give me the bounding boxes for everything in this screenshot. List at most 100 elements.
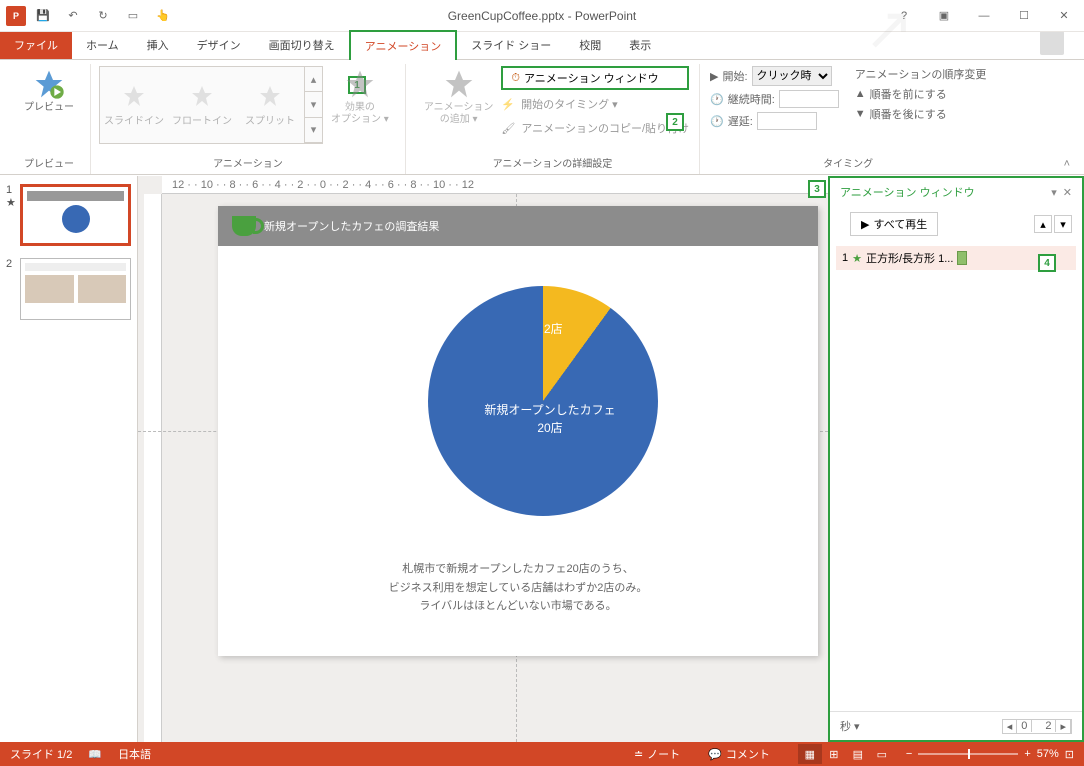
brush-icon: 🖌 — [501, 122, 515, 135]
save-button[interactable]: 💾 — [30, 3, 56, 29]
star-icon — [344, 68, 376, 100]
animation-pane: アニメーション ウィンドウ ▾✕ ▶ すべて再生 ▴ ▾ 1 ★ 正方形/長方形… — [828, 176, 1084, 742]
tab-design[interactable]: デザイン — [183, 31, 255, 59]
undo-button[interactable]: ↶ — [60, 3, 86, 29]
start-from-beginning-button[interactable]: ▭ — [120, 3, 146, 29]
tab-view[interactable]: 表示 — [615, 31, 665, 59]
notes-button[interactable]: ≐ ノート — [634, 746, 680, 762]
pane-close-button[interactable]: ✕ — [1063, 186, 1072, 199]
move-earlier-button[interactable]: ▲順番を前にする — [855, 84, 987, 104]
tab-home[interactable]: ホーム — [72, 31, 133, 59]
zoom-control[interactable]: − + 57% ⊡ — [906, 748, 1074, 761]
slide-thumbnails-panel: 1★ 2 — [0, 176, 138, 742]
language-indicator[interactable]: 日本語 — [118, 746, 151, 762]
cup-icon — [232, 216, 256, 236]
ribbon-tabs: ファイル ホーム 挿入 デザイン 画面切り替え アニメーション スライド ショー… — [0, 32, 1084, 60]
title-bar: P 💾 ↶ ↻ ▭ 👆 GreenCupCoffee.pptx - PowerP… — [0, 0, 1084, 32]
thumb-num-1: 1★ — [6, 184, 20, 246]
slide-title-bar[interactable]: 新規オープンしたカフェの調査結果 — [218, 206, 818, 246]
timeline-scroll[interactable]: ◂0 2▸ — [1002, 719, 1072, 734]
horizontal-ruler: 12 · · 10 · · 8 · · 6 · · 4 · · 2 · · 0 … — [162, 176, 828, 194]
help-button[interactable]: ? — [884, 2, 924, 30]
comments-button[interactable]: 💬 コメント — [708, 746, 770, 762]
tab-transitions[interactable]: 画面切り替え — [255, 31, 349, 59]
duration-input[interactable] — [779, 90, 839, 108]
fit-to-window-button[interactable]: ⊡ — [1065, 748, 1074, 761]
trigger-button[interactable]: ⚡開始のタイミング ▾ — [501, 94, 689, 114]
normal-view-button[interactable]: ▦ — [798, 744, 822, 764]
anim-slidein[interactable]: スライドイン — [100, 67, 168, 143]
slide-title: 新規オープンしたカフェの調査結果 — [264, 218, 439, 234]
group-timing: ▶開始:クリック時 🕐継続時間: 🕐遅延: アニメーションの順序変更 ▲順番を前… — [700, 64, 996, 174]
pane-dropdown[interactable]: ▾ — [1051, 186, 1057, 199]
entrance-star-icon: ★ — [852, 252, 862, 265]
slide-body-text[interactable]: 札幌市で新規オープンしたカフェ20店のうち、 ビジネス利用を想定している店舗はわ… — [218, 560, 818, 616]
slide-canvas[interactable]: 新規オープンしたカフェの調査結果 2店 新規オープンしたカフェ 20店 札幌市で… — [218, 206, 818, 656]
ribbon-options-button[interactable]: ▣ — [924, 2, 964, 30]
zoom-level[interactable]: 57% — [1037, 748, 1059, 760]
spell-check-icon[interactable]: 📖 — [88, 748, 102, 761]
lightning-icon: ⚡ — [501, 98, 515, 111]
reorder-up-button[interactable]: ▴ — [1034, 215, 1052, 233]
powerpoint-icon: P — [6, 6, 26, 26]
redo-button[interactable]: ↻ — [90, 3, 116, 29]
timeline-block — [957, 251, 967, 265]
anim-split[interactable]: スプリット — [236, 67, 304, 143]
slide-sorter-button[interactable]: ⊞ — [822, 744, 846, 764]
tab-review[interactable]: 校閲 — [565, 31, 615, 59]
reorder-down-button[interactable]: ▾ — [1054, 215, 1072, 233]
anim-floatin[interactable]: フロートイン — [168, 67, 236, 143]
slide-edit-area[interactable]: 12 · · 10 · · 8 · · 6 · · 4 · · 2 · · 0 … — [138, 176, 828, 742]
group-animation: スライドイン フロートイン スプリット ▴▾▾ 効果の オプション ▾ アニメー… — [91, 64, 406, 174]
close-button[interactable]: ✕ — [1044, 2, 1084, 30]
gallery-more[interactable]: ▾ — [305, 118, 322, 143]
slide-counter[interactable]: スライド 1/2 — [10, 746, 72, 762]
ribbon: プレビュー プレビュー スライドイン フロートイン スプリット ▴▾▾ 効果の … — [0, 60, 1084, 175]
callout-4: 4 — [1038, 254, 1056, 272]
tab-insert[interactable]: 挿入 — [133, 31, 183, 59]
tab-file[interactable]: ファイル — [0, 31, 72, 59]
touch-mode-button[interactable]: 👆 — [150, 3, 176, 29]
animation-pane-button[interactable]: ⏱ アニメーション ウィンドウ — [501, 66, 689, 90]
group-advanced-animation: アニメーション の追加 ▾ ⏱ アニメーション ウィンドウ ⚡開始のタイミング … — [406, 64, 700, 174]
minimize-button[interactable]: — — [964, 2, 1004, 30]
zoom-slider[interactable] — [918, 753, 1018, 755]
move-later-button[interactable]: ▼順番を後にする — [855, 104, 987, 124]
zoom-in-button[interactable]: + — [1024, 748, 1030, 760]
star-play-icon — [33, 68, 65, 100]
reading-view-button[interactable]: ▤ — [846, 744, 870, 764]
tab-animations[interactable]: アニメーション — [349, 30, 458, 60]
gallery-down[interactable]: ▾ — [305, 92, 322, 117]
preview-button[interactable]: プレビュー — [16, 64, 82, 118]
callout-2: 2 — [666, 113, 684, 131]
status-bar: スライド 1/2 📖 日本語 ≐ ノート 💬 コメント ▦ ⊞ ▤ ▭ − + … — [0, 742, 1084, 766]
animation-painter-button[interactable]: 🖌アニメーションのコピー/貼り付け — [501, 118, 689, 138]
maximize-button[interactable]: ☐ — [1004, 2, 1044, 30]
zoom-out-button[interactable]: − — [906, 748, 912, 760]
up-icon: ▲ — [855, 88, 866, 100]
animation-pane-title: アニメーション ウィンドウ — [840, 184, 975, 200]
pie-label-big: 新規オープンしたカフェ 20店 — [470, 401, 630, 437]
play-icon: ▶ — [710, 70, 718, 83]
clock-icon: ⏱ — [511, 72, 520, 85]
thumb-num-2: 2 — [6, 258, 20, 320]
group-preview: プレビュー プレビュー — [8, 64, 91, 174]
clock-icon: 🕐 — [710, 93, 724, 106]
tab-slideshow[interactable]: スライド ショー — [457, 31, 565, 59]
start-select[interactable]: クリック時 — [752, 66, 832, 86]
animation-gallery[interactable]: スライドイン フロートイン スプリット ▴▾▾ — [99, 66, 323, 144]
play-all-button[interactable]: ▶ すべて再生 — [850, 212, 938, 236]
delay-input[interactable] — [757, 112, 817, 130]
add-animation-button[interactable]: アニメーション の追加 ▾ — [416, 64, 502, 138]
effect-options-button[interactable]: 効果の オプション ▾ — [323, 64, 397, 130]
vertical-ruler — [144, 194, 162, 742]
star-plus-icon — [443, 68, 475, 100]
pie-chart[interactable]: 2店 新規オープンしたカフェ 20店 — [428, 286, 658, 516]
window-title: GreenCupCoffee.pptx - PowerPoint — [448, 9, 637, 23]
slide-thumbnail-1[interactable] — [20, 184, 131, 246]
collapse-ribbon-button[interactable]: ˄ — [1058, 154, 1076, 174]
gallery-up[interactable]: ▴ — [305, 67, 322, 92]
slide-thumbnail-2[interactable] — [20, 258, 131, 320]
slideshow-view-button[interactable]: ▭ — [870, 744, 894, 764]
callout-3: 3 — [808, 180, 826, 198]
